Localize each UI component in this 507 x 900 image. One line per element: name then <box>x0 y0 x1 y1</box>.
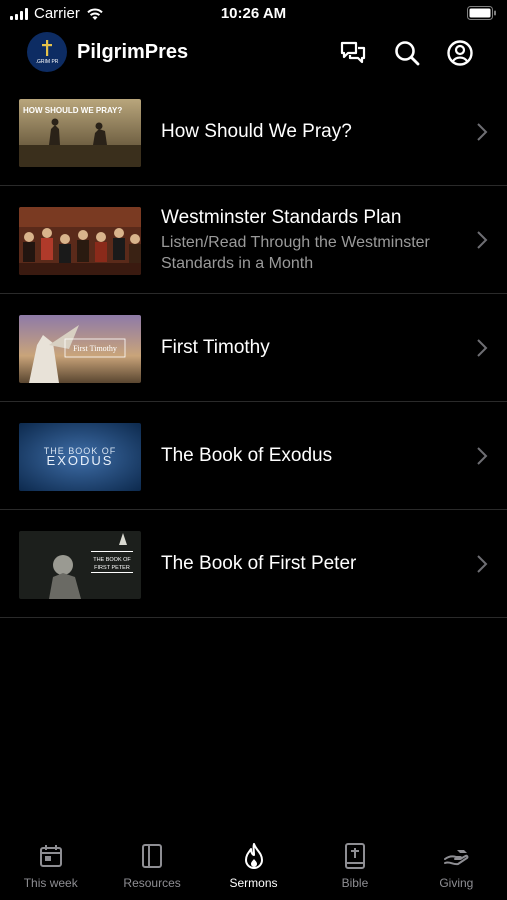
chevron-right-icon <box>477 231 488 249</box>
sermon-list: HOW SHOULD WE PRAY? How Should We Pray? <box>0 78 507 618</box>
list-item-text: The Book of First Peter <box>161 510 451 617</box>
app-header: .GRIM PR PilgrimPres <box>0 32 507 74</box>
list-item-title: First Timothy <box>161 336 270 358</box>
list-item-title: How Should We Pray? <box>161 120 352 142</box>
tab-bar: This week Resources Sermons Bible Giving <box>0 838 507 900</box>
calendar-icon <box>39 845 62 867</box>
chevron-right-icon <box>477 339 488 357</box>
tab-this-week[interactable]: This week <box>0 838 101 900</box>
book-panel-icon <box>142 844 163 868</box>
tab-bible[interactable]: Bible <box>304 838 405 900</box>
status-time: 10:26 AM <box>220 5 287 22</box>
search-icon[interactable] <box>392 38 422 68</box>
status-bar: Carrier 10:26 AM <box>0 0 507 28</box>
tab-label: Sermons <box>229 876 278 890</box>
chat-icon[interactable] <box>338 38 368 68</box>
thumbnail-caption: First Timothy <box>73 344 117 353</box>
list-item-text: The Book of Exodus <box>161 402 451 509</box>
list-item-title: Westminster Standards Plan <box>161 206 402 228</box>
cross-icon: .GRIM PR <box>36 40 59 65</box>
tab-label: Bible <box>341 876 369 890</box>
thumbnail-first-peter: THE BOOK OF FIRST PETER <box>19 531 141 599</box>
list-item-text: First Timothy <box>161 294 451 401</box>
tab-resources[interactable]: Resources <box>101 838 202 900</box>
list-item-title: The Book of First Peter <box>161 552 357 574</box>
thumbnail-westminster <box>19 207 141 275</box>
battery-icon <box>467 6 497 25</box>
list-item-how-should-we-pray[interactable]: HOW SHOULD WE PRAY? How Should We Pray? <box>0 78 507 186</box>
bible-icon <box>344 843 365 869</box>
list-item-text: Westminster Standards Plan Listen/Read T… <box>161 186 451 293</box>
thumbnail-caption-main: FIRST PETER <box>94 565 130 571</box>
app-title: PilgrimPres <box>77 41 189 63</box>
thumbnail-caption-top: THE BOOK OF <box>93 557 131 563</box>
list-item-text: How Should We Pray? <box>161 78 451 185</box>
thumbnail-exodus: THE BOOK OF EXODUS <box>19 423 141 491</box>
list-item-westminster-standards-plan[interactable]: Westminster Standards Plan Listen/Read T… <box>0 186 507 294</box>
tab-label: This week <box>23 876 78 890</box>
giving-hand-icon <box>444 850 469 866</box>
profile-icon[interactable] <box>445 38 475 68</box>
flame-icon <box>244 843 263 869</box>
chevron-right-icon <box>477 447 488 465</box>
chevron-right-icon <box>477 123 488 141</box>
list-item-first-timothy[interactable]: First Timothy First Timothy <box>0 294 507 402</box>
logo-text: .GRIM PR <box>36 59 59 65</box>
list-item-title: The Book of Exodus <box>161 444 333 466</box>
tab-sermons[interactable]: Sermons <box>203 838 304 900</box>
tab-label: Resources <box>123 876 181 890</box>
thumbnail-first-timothy: First Timothy <box>19 315 141 383</box>
list-item-subtitle: Listen/Read Through the Westminster Stan… <box>161 233 430 272</box>
chevron-right-icon <box>477 555 488 573</box>
thumbnail-caption: HOW SHOULD WE PRAY? <box>23 106 122 115</box>
app-logo[interactable]: .GRIM PR <box>27 32 67 72</box>
thumbnail-how-should-we-pray: HOW SHOULD WE PRAY? <box>19 99 141 167</box>
tab-giving[interactable]: Giving <box>406 838 507 900</box>
list-item-book-of-first-peter[interactable]: THE BOOK OF FIRST PETER The Book of Firs… <box>0 510 507 618</box>
list-item-book-of-exodus[interactable]: THE BOOK OF EXODUS The Book of Exodus <box>0 402 507 510</box>
thumbnail-caption-main: EXODUS <box>47 453 114 468</box>
tab-label: Giving <box>439 876 474 890</box>
